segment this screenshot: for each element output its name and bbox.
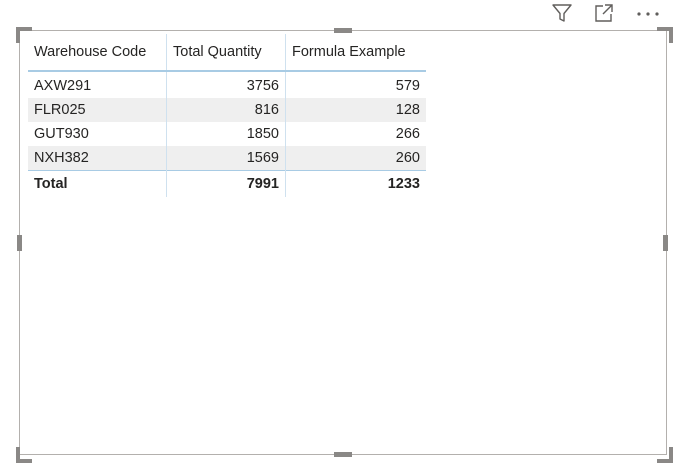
total-quantity-value: 7991	[166, 170, 286, 197]
resize-corner-bottom-left[interactable]	[16, 447, 32, 463]
table-header-row: Warehouse Code Total Quantity Formula Ex…	[28, 34, 426, 72]
column-header-formula-example[interactable]: Formula Example	[285, 34, 426, 72]
table-row[interactable]: FLR025 816 128	[28, 98, 426, 122]
cell-total-quantity: 816	[166, 98, 286, 122]
column-header-total-quantity[interactable]: Total Quantity	[166, 34, 286, 72]
resize-handle-right[interactable]	[663, 235, 668, 251]
cell-formula-example: 266	[285, 122, 426, 146]
data-table: Warehouse Code Total Quantity Formula Ex…	[28, 34, 426, 197]
cell-warehouse-code: FLR025	[28, 98, 167, 122]
table-row[interactable]: GUT930 1850 266	[28, 122, 426, 146]
resize-corner-bottom-right[interactable]	[657, 447, 673, 463]
more-options-icon[interactable]	[632, 0, 664, 26]
cell-total-quantity: 1850	[166, 122, 286, 146]
cell-total-quantity: 1569	[166, 146, 286, 171]
total-formula-value: 1233	[285, 170, 426, 197]
cell-warehouse-code: AXW291	[34, 78, 92, 94]
column-header-warehouse-code[interactable]: Warehouse Code	[28, 34, 167, 72]
cell-formula-example: 579	[285, 71, 426, 98]
cell-formula-example: 260	[285, 146, 426, 171]
table-total-row: Total 7991 1233	[28, 170, 426, 197]
table-row[interactable]: NXH382 1569 260	[28, 146, 426, 171]
resize-handle-bottom[interactable]	[334, 452, 352, 457]
focus-mode-icon[interactable]	[591, 0, 617, 26]
total-label: Total	[28, 170, 167, 197]
table-row[interactable]: AXW291 3756 579	[28, 71, 426, 98]
cell-formula-example: 128	[285, 98, 426, 122]
cell-warehouse-code: GUT930	[34, 126, 89, 142]
cell-warehouse-code: NXH382	[28, 146, 167, 171]
resize-corner-top-right[interactable]	[657, 27, 673, 43]
cell-total-quantity: 3756	[166, 71, 286, 98]
filter-icon[interactable]	[549, 0, 575, 26]
resize-handle-top[interactable]	[334, 28, 352, 33]
resize-handle-left[interactable]	[17, 235, 22, 251]
